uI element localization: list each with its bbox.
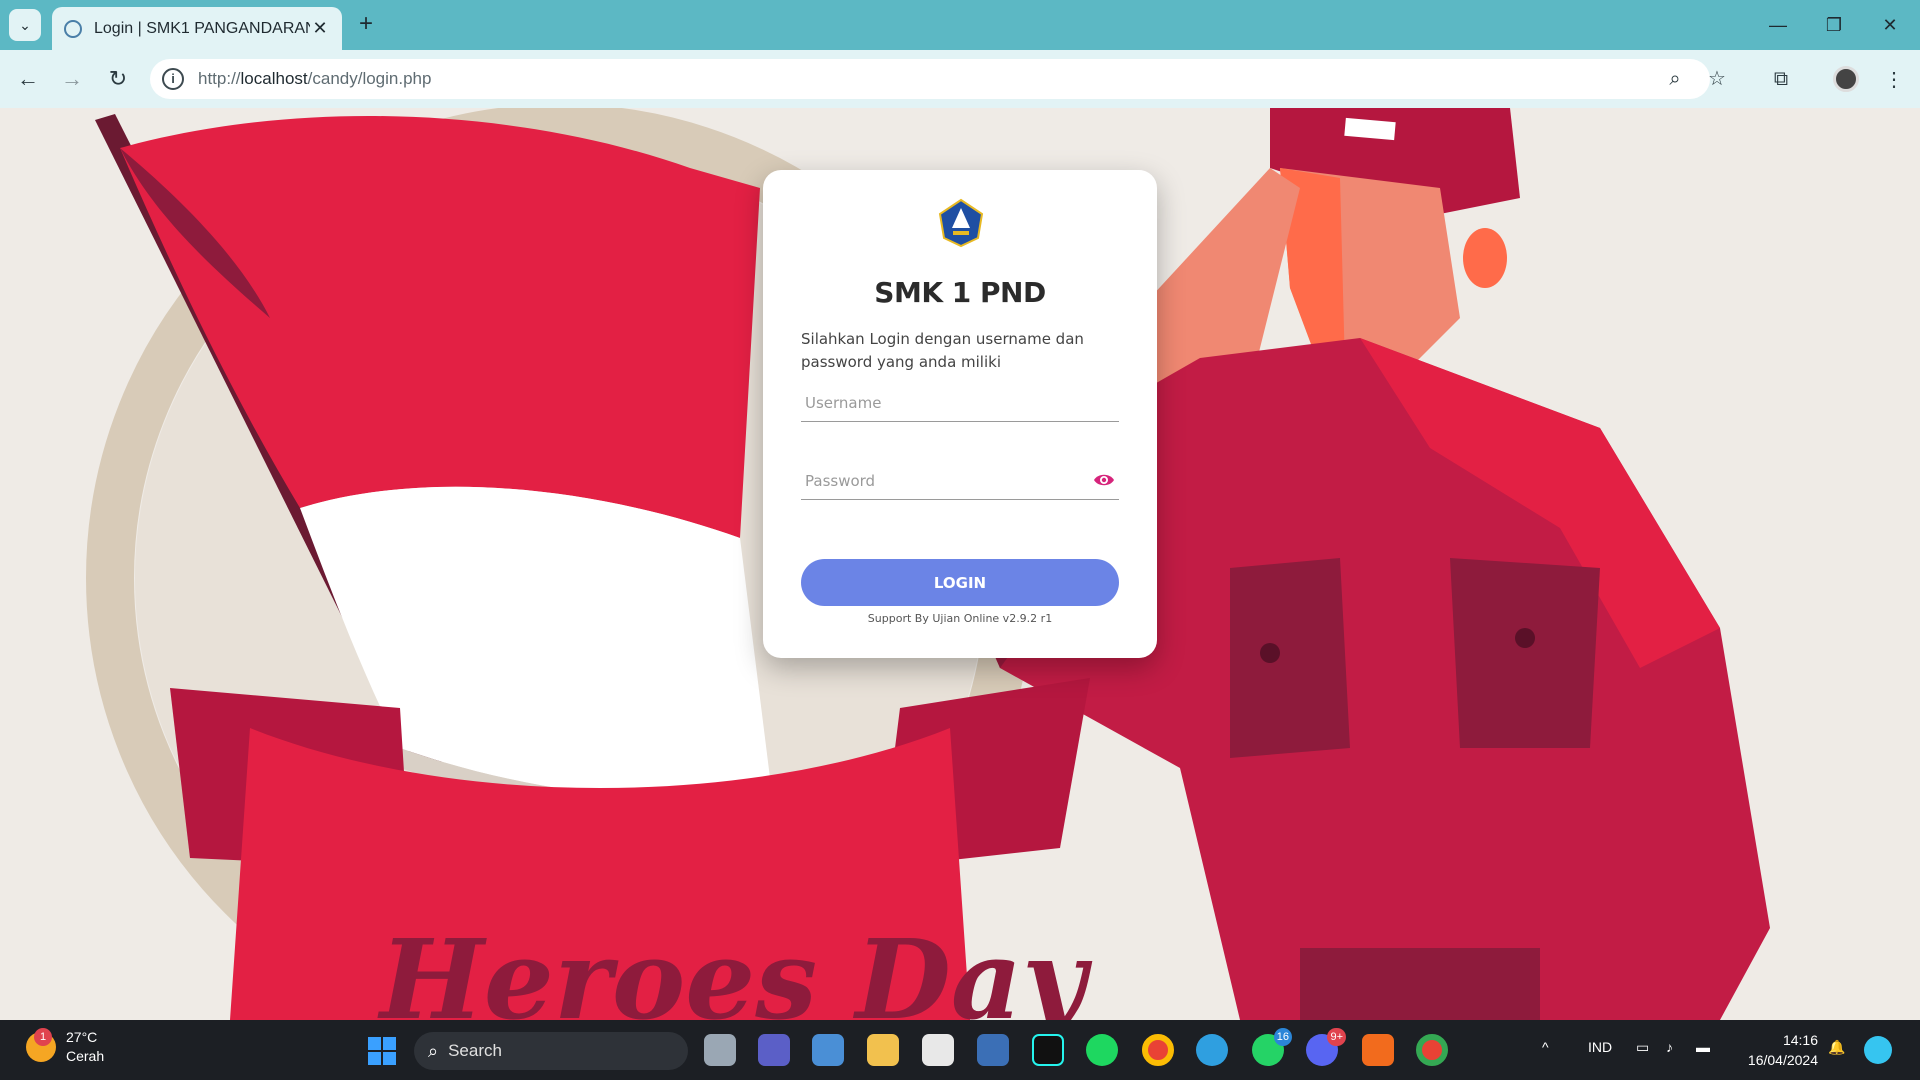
username-field: [801, 384, 1119, 422]
chrome-icon[interactable]: [1142, 1034, 1174, 1066]
windows-logo-icon: [368, 1037, 381, 1050]
reload-button[interactable]: ↻: [102, 63, 134, 95]
zoom-icon[interactable]: ⌕: [1663, 67, 1687, 91]
windows-logo-icon: [383, 1052, 396, 1065]
clock-favicon-icon: [64, 19, 82, 38]
battery-icon[interactable]: ▬: [1696, 1039, 1710, 1055]
username-input[interactable]: [801, 384, 1119, 421]
back-button[interactable]: ←: [12, 63, 44, 95]
banner-text: Heroes Day: [377, 915, 1093, 1020]
browser-tabstrip: ⌄ Login | SMK1 PANGANDARAN ✕ + — ❐ ✕: [0, 0, 1920, 50]
school-name-heading: SMK 1 PND: [874, 276, 1046, 309]
teams-icon[interactable]: [758, 1034, 790, 1066]
network-app-icon[interactable]: [977, 1034, 1009, 1066]
weather-desc: Cerah: [66, 1048, 105, 1064]
tab-search-button[interactable]: ⌄: [9, 9, 41, 41]
whatsapp-icon[interactable]: 16: [1252, 1028, 1292, 1066]
tab-title: Login | SMK1 PANGANDARAN: [94, 19, 310, 37]
windows-logo-icon: [383, 1037, 396, 1050]
weather-sun-icon: 1: [26, 1028, 56, 1062]
browser-tab-active[interactable]: Login | SMK1 PANGANDARAN ✕: [52, 7, 342, 50]
edge-icon[interactable]: [1196, 1034, 1228, 1066]
weather-temp: 27°C: [66, 1029, 98, 1045]
extensions-icon[interactable]: ⧉: [1765, 63, 1797, 95]
restore-button[interactable]: ❐: [1806, 0, 1862, 50]
network-icon[interactable]: ▭: [1636, 1039, 1649, 1056]
volume-icon[interactable]: ♪: [1666, 1039, 1673, 1055]
support-credit: Support By Ujian Online v2.9.2 r1: [867, 612, 1053, 625]
search-label: Search: [448, 1041, 502, 1060]
page-viewport: Heroes Day SMK 1 PND Silahkan Login deng…: [0, 108, 1920, 1020]
windows-logo-icon: [368, 1052, 381, 1065]
profile-avatar[interactable]: [1830, 63, 1862, 95]
avatar: [1833, 66, 1859, 92]
whatsapp-badge: 16: [1273, 1028, 1292, 1046]
school-logo: [938, 198, 984, 248]
login-instruction: Silahkan Login dengan username dan passw…: [801, 330, 1084, 371]
microsoft-store-icon[interactable]: [922, 1034, 954, 1066]
browser-toolbar: ← → ↻ i http://localhost/candy/login.php…: [0, 50, 1920, 108]
clock-date: 16/04/2024: [1747, 1052, 1818, 1068]
discord-icon[interactable]: 9+: [1306, 1028, 1346, 1066]
bookmark-star-icon[interactable]: ☆: [1705, 67, 1729, 91]
site-info-icon[interactable]: i: [162, 68, 184, 90]
language-indicator[interactable]: IND: [1588, 1039, 1612, 1055]
login-button[interactable]: LOGIN: [801, 559, 1119, 606]
close-window-button[interactable]: ✕: [1862, 0, 1918, 50]
password-input[interactable]: [801, 462, 1119, 499]
minimize-button[interactable]: —: [1750, 0, 1806, 50]
discord-badge: 9+: [1327, 1028, 1346, 1046]
weather-widget[interactable]: 1 27°C Cerah: [26, 1028, 104, 1066]
show-password-eye-icon[interactable]: [1093, 472, 1115, 488]
file-explorer-icon[interactable]: [867, 1034, 899, 1066]
xampp-icon[interactable]: [1362, 1034, 1394, 1066]
menu-kebab-icon[interactable]: ⋮: [1878, 63, 1910, 95]
login-card: SMK 1 PND Silahkan Login dengan username…: [763, 170, 1157, 658]
taskbar-search[interactable]: ⌕ Search: [414, 1032, 688, 1070]
clock-time: 14:16: [1782, 1032, 1818, 1048]
address-bar[interactable]: i http://localhost/candy/login.php ⌕ ☆: [150, 59, 1726, 99]
chevron-down-icon: ⌄: [19, 16, 31, 33]
spotify-icon[interactable]: [1086, 1034, 1118, 1066]
weather-text: 27°C Cerah: [66, 1028, 104, 1066]
close-tab-icon[interactable]: ✕: [310, 18, 330, 39]
weather-badge: 1: [34, 1028, 52, 1046]
chrome-profile-icon[interactable]: [1416, 1034, 1448, 1066]
notification-bell-icon[interactable]: 🔔: [1828, 1039, 1845, 1056]
url-text: http://localhost/candy/login.php: [198, 69, 432, 88]
taskbar: 1 27°C Cerah ⌕ Search 16 9+ ^ IND ▭ ♪ ▬ …: [0, 1020, 1920, 1080]
start-button[interactable]: [368, 1037, 396, 1065]
system-clock[interactable]: 14:16 16/04/2024: [1738, 1030, 1818, 1070]
task-view-icon[interactable]: [704, 1034, 736, 1066]
search-icon: ⌕: [428, 1040, 439, 1061]
tiktok-icon[interactable]: [1032, 1034, 1064, 1066]
clipchamp-icon[interactable]: [812, 1034, 844, 1066]
password-field: [801, 462, 1119, 500]
show-hidden-icons-chevron-icon[interactable]: ^: [1542, 1039, 1549, 1055]
copilot-icon[interactable]: [1864, 1036, 1892, 1064]
new-tab-button[interactable]: +: [352, 10, 380, 38]
forward-button[interactable]: →: [56, 63, 88, 95]
